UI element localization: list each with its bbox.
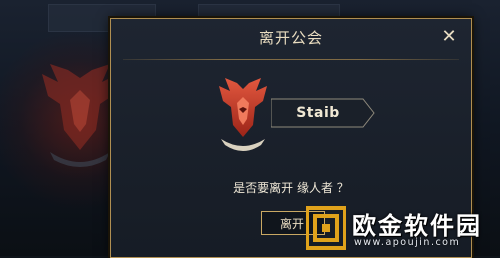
watermark-logo-icon xyxy=(306,206,346,250)
title-divider xyxy=(123,59,459,60)
guild-name: Staib xyxy=(296,105,340,121)
guild-name-banner: Staib xyxy=(271,98,375,128)
leave-confirmation-question: 是否要离开 缘人者 ？ xyxy=(233,181,349,195)
guild-emblem-icon xyxy=(219,78,267,151)
watermark-url: www.apoujin.com xyxy=(354,237,461,248)
close-icon[interactable]: ✕ xyxy=(439,27,459,47)
watermark-title: 欧金软件园 xyxy=(352,212,482,240)
site-watermark: 欧金软件园 www.apoujin.com xyxy=(296,204,500,256)
dialog-title: 离开公会 xyxy=(258,29,323,47)
